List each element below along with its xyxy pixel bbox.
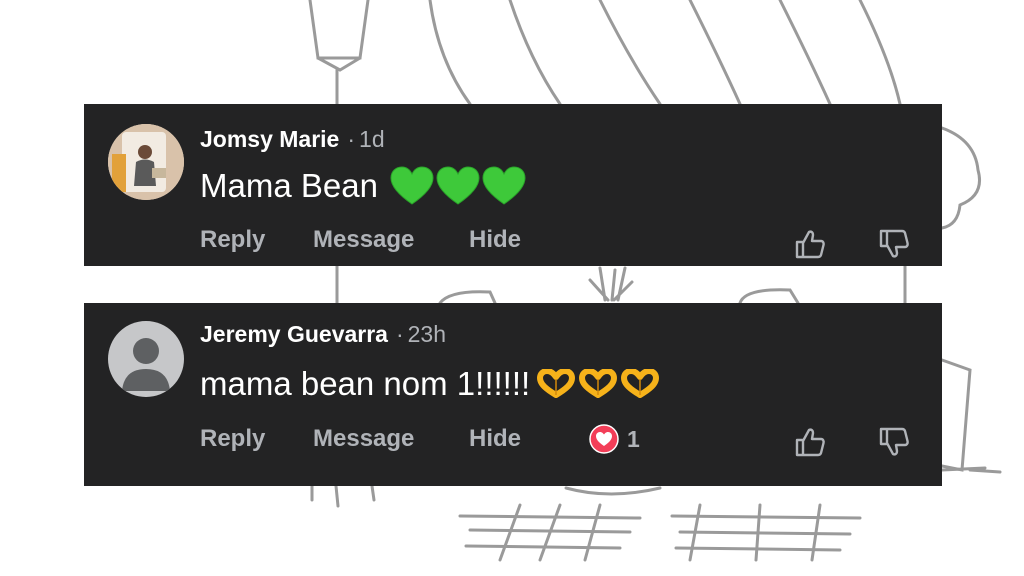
hide-button[interactable]: Hide — [469, 425, 589, 453]
thumbs-down-icon[interactable] — [878, 228, 910, 260]
author-name[interactable]: Jeremy Guevarra — [200, 321, 388, 347]
comment-card: Jeremy Guevarra · 23h mama bean nom 1!!!!!… — [84, 303, 942, 486]
avatar[interactable] — [108, 321, 184, 397]
thumbs-up-icon[interactable] — [794, 228, 826, 260]
separator: · — [347, 126, 356, 152]
background-sketch — [308, 0, 1002, 562]
thumbs-up-icon[interactable] — [794, 426, 826, 458]
separator: · — [395, 321, 404, 347]
message-button[interactable]: Message — [313, 226, 469, 254]
comment-time: 23h — [407, 321, 447, 347]
comment-actions: Reply Message Hide — [200, 226, 589, 254]
comment-time: 1d — [359, 126, 385, 152]
emoji-group — [390, 166, 526, 206]
reaction-summary[interactable]: 1 — [589, 424, 640, 454]
reply-button[interactable]: Reply — [200, 226, 313, 254]
message-button[interactable]: Message — [313, 425, 469, 453]
comment-text-row: Mama Bean — [200, 166, 526, 206]
love-reaction-icon — [589, 424, 619, 454]
default-avatar-icon — [108, 321, 184, 397]
comment-card: Jomsy Marie · 1d Mama Bean Reply Message H… — [84, 104, 942, 266]
green-heart-icon — [482, 166, 526, 205]
emoji-group — [536, 369, 660, 399]
reply-button[interactable]: Reply — [200, 425, 313, 453]
heart-hands-icon — [579, 369, 618, 398]
comment-header: Jeremy Guevarra · 23h — [200, 319, 446, 349]
green-heart-icon — [390, 166, 434, 205]
comment-header: Jomsy Marie · 1d — [200, 124, 385, 154]
hide-button[interactable]: Hide — [469, 226, 589, 254]
comment-actions: Reply Message Hide 1 — [200, 424, 640, 454]
profile-photo-icon — [108, 124, 184, 200]
green-heart-icon — [436, 166, 480, 205]
comment-text: mama bean nom 1!!!!!! — [200, 365, 531, 402]
heart-hands-icon — [537, 369, 576, 398]
author-name[interactable]: Jomsy Marie — [200, 126, 339, 152]
comment-text: Mama Bean — [200, 167, 378, 204]
heart-hands-icon — [621, 369, 660, 398]
avatar[interactable] — [108, 124, 184, 200]
comment-text-row: mama bean nom 1!!!!!! — [200, 364, 660, 404]
reaction-count: 1 — [627, 425, 640, 452]
thumbs-down-icon[interactable] — [878, 426, 910, 458]
